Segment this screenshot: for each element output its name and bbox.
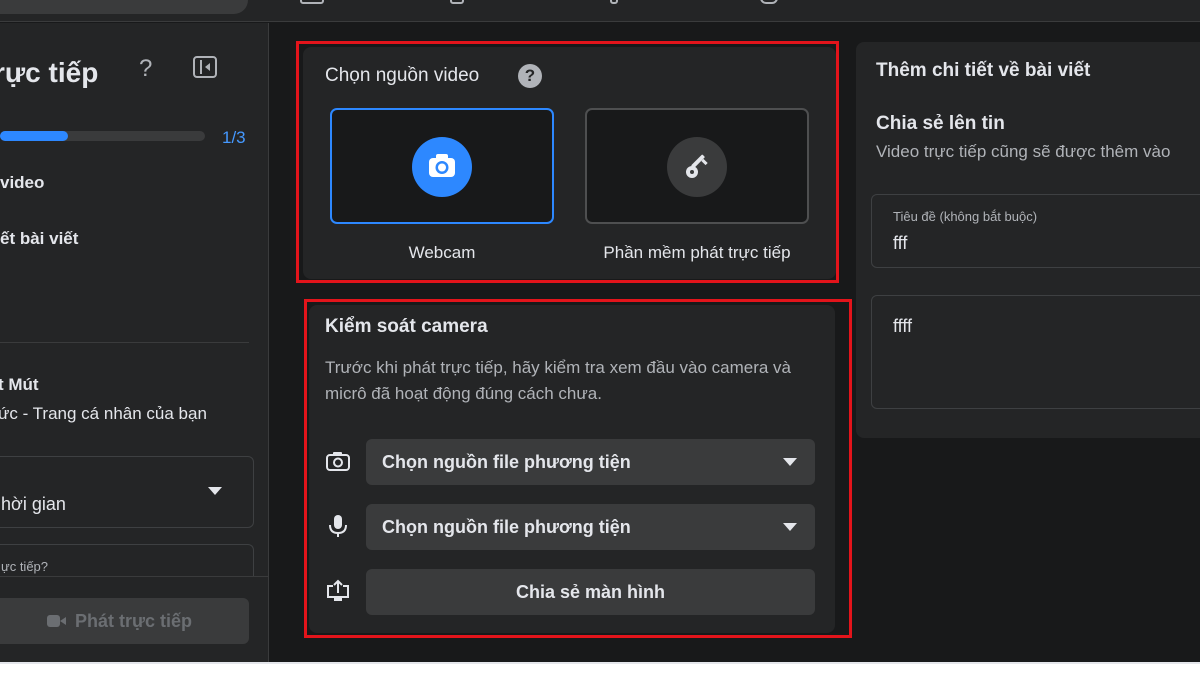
live-setup-sidebar: rực tiếp ? 1/3 video ết bài viết t Mút ứ… <box>0 23 269 662</box>
video-source-card: Chọn nguồn video ? Webcam Phần mềm phát … <box>303 47 836 279</box>
step-post-details[interactable]: ết bài viết <box>0 229 78 249</box>
page-bottom-strip <box>0 662 1200 675</box>
step-video-source[interactable]: video <box>0 173 44 193</box>
streaming-software-option[interactable] <box>585 108 809 224</box>
go-live-button[interactable]: Phát trực tiếp <box>0 598 249 644</box>
post-details-title: Thêm chi tiết về bài viết <box>876 60 1091 81</box>
live-type-dropdown-label: ực tiếp? <box>1 559 49 574</box>
go-live-label: Phát trực tiếp <box>74 610 193 631</box>
description-textarea[interactable]: ffff <box>871 295 1200 409</box>
toggle-panel-icon[interactable] <box>193 56 217 78</box>
live-video-icon <box>46 613 67 629</box>
camera-icon <box>412 137 472 197</box>
webcam-option[interactable] <box>330 108 554 224</box>
title-input-label: Tiêu đề (không bắt buộc) <box>893 209 1038 224</box>
title-input[interactable]: Tiêu đề (không bắt buộc) fff <box>871 194 1200 268</box>
camera-icon <box>325 448 351 474</box>
streaming-software-option-label: Phần mềm phát trực tiếp <box>603 243 791 262</box>
share-screen-button[interactable]: Chia sẻ màn hình <box>366 569 815 615</box>
microphone-icon <box>325 513 351 539</box>
description-textarea-value: ffff <box>893 316 913 336</box>
schedule-dropdown-value: hời gian <box>1 494 66 514</box>
chevron-down-icon <box>208 487 222 495</box>
owner-name: t Mút <box>0 375 39 394</box>
sidebar-title: rực tiếp <box>0 57 99 88</box>
progress-label: 1/3 <box>222 128 246 147</box>
microphone-source-select-value: Chọn nguồn file phương tiện <box>382 517 631 537</box>
marketplace-nav-icon[interactable] <box>450 0 464 4</box>
search-bar[interactable] <box>0 0 248 14</box>
share-screen-icon <box>325 578 351 604</box>
groups-nav-icon[interactable] <box>610 0 618 4</box>
schedule-dropdown[interactable]: hời gian <box>0 456 254 528</box>
sidebar-divider <box>0 342 249 343</box>
chevron-down-icon <box>783 458 797 466</box>
chevron-down-icon <box>783 523 797 531</box>
top-navigation-bar <box>0 0 1200 22</box>
camera-source-select[interactable]: Chọn nguồn file phương tiện <box>366 439 815 485</box>
video-nav-icon[interactable] <box>300 0 324 4</box>
camera-control-title: Kiểm soát camera <box>325 316 488 337</box>
share-story-title: Chia sẻ lên tin <box>876 113 1005 134</box>
sidebar-footer: Phát trực tiếp <box>0 576 268 662</box>
microphone-source-select[interactable]: Chọn nguồn file phương tiện <box>366 504 815 550</box>
setup-progress-bar <box>0 131 205 141</box>
webcam-option-label: Webcam <box>408 243 476 262</box>
setup-progress-fill <box>0 131 69 141</box>
post-details-card: Thêm chi tiết về bài viết Chia sẻ lên ti… <box>856 42 1200 438</box>
help-icon[interactable]: ? <box>518 64 542 88</box>
live-producer-app: rực tiếp ? 1/3 video ết bài viết t Mút ứ… <box>0 0 1200 662</box>
share-story-description: Video trực tiếp cũng sẽ được thêm vào <box>876 142 1171 161</box>
title-input-value: fff <box>893 233 908 253</box>
help-icon[interactable]: ? <box>139 55 152 83</box>
camera-control-description: Trước khi phát trực tiếp, hãy kiểm tra x… <box>325 358 792 403</box>
owner-subtitle: ức - Trang cá nhân của bạn <box>0 404 207 423</box>
camera-source-select-value: Chọn nguồn file phương tiện <box>382 452 631 472</box>
camera-control-card: Kiểm soát camera Trước khi phát trực tiế… <box>309 305 835 633</box>
video-source-title: Chọn nguồn video <box>325 65 480 86</box>
key-icon <box>667 137 727 197</box>
gaming-nav-icon[interactable] <box>760 0 778 4</box>
